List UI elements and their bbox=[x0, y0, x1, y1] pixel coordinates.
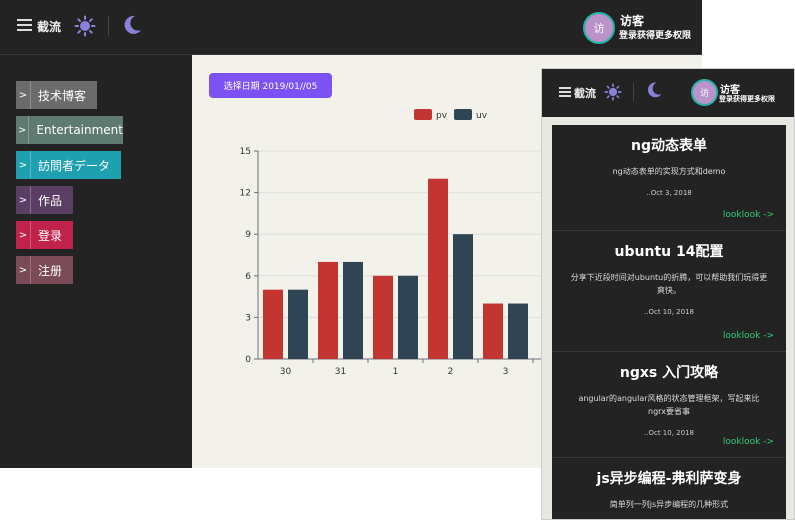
article-card[interactable]: ngxs 入门攻略 angular的angular风格的状态管理框架，写起来比n… bbox=[552, 352, 786, 458]
sidebar-item-register[interactable]: > 注册 bbox=[16, 256, 73, 284]
sidebar-item-label: 技术博客 bbox=[38, 88, 87, 103]
bar-uv bbox=[288, 289, 308, 359]
y-tick-label: 3 bbox=[245, 313, 251, 323]
brand-title: 截流 bbox=[37, 20, 62, 34]
x-tick-label: 31 bbox=[335, 367, 346, 377]
mobile-top-bar: 截流 访 访客 登录获得更多权限 bbox=[542, 69, 794, 117]
sidebar-item-label: 登录 bbox=[38, 228, 63, 243]
article-description: angular的angular风格的状态管理框架，写起来比ngrx要省事 bbox=[578, 394, 760, 416]
x-tick-label: 30 bbox=[280, 367, 292, 377]
chevron-right-icon: > bbox=[16, 221, 31, 249]
bar-uv bbox=[398, 275, 418, 359]
x-tick-label: 2 bbox=[448, 367, 454, 377]
article-description: 分享下近段时间对ubuntu的折腾，可以帮助我们玩得更爽快。 bbox=[570, 273, 768, 295]
chevron-right-icon: > bbox=[16, 256, 31, 284]
article-card[interactable]: ng动态表单 ng动态表单的实现方式和demo ..Oct 3, 2018 lo… bbox=[552, 125, 786, 231]
bar-uv bbox=[343, 261, 363, 359]
sidebar-item-label: 作品 bbox=[38, 193, 63, 208]
sidebar-item-tech-blog[interactable]: > 技术博客 bbox=[16, 81, 97, 109]
sidebar-item-label: Entertainment bbox=[36, 123, 123, 137]
top-bar: 截流 访 访客 登录获得更多权限 bbox=[0, 0, 702, 55]
chevron-right-icon: > bbox=[16, 116, 30, 144]
article-title: ngxs 入门攻略 bbox=[619, 365, 719, 381]
bar-pv bbox=[373, 275, 393, 359]
bar-pv bbox=[318, 261, 338, 359]
article-title: ubuntu 14配置 bbox=[614, 244, 724, 260]
sun-icon[interactable] bbox=[604, 83, 622, 101]
looklook-link[interactable]: looklook -> bbox=[723, 331, 774, 341]
separator bbox=[108, 16, 109, 36]
user-name: 访客 bbox=[620, 14, 645, 28]
article-date: ..Oct 10, 2018 bbox=[644, 308, 694, 316]
brand-title: 截流 bbox=[574, 87, 596, 100]
sidebar-item-label: 訪問者データ bbox=[38, 158, 111, 173]
y-tick-label: 9 bbox=[245, 230, 251, 240]
x-tick-label: 1 bbox=[393, 367, 399, 377]
article-date: ..Oct 3, 2018 bbox=[646, 189, 692, 197]
y-tick-label: 12 bbox=[240, 189, 251, 199]
sidebar-item-entertainment[interactable]: > Entertainment bbox=[16, 116, 123, 144]
sidebar: > 技术博客 > Entertainment > 訪問者データ > 作品 > 登… bbox=[0, 55, 192, 468]
chevron-right-icon: > bbox=[16, 81, 31, 109]
sidebar-item-login[interactable]: > 登录 bbox=[16, 221, 73, 249]
looklook-link[interactable]: looklook -> bbox=[723, 437, 774, 447]
sidebar-item-works[interactable]: > 作品 bbox=[16, 186, 73, 214]
legend-swatch-uv bbox=[454, 109, 472, 120]
legend-swatch-pv bbox=[414, 109, 432, 120]
sidebar-item-label: 注册 bbox=[38, 263, 63, 278]
moon-icon[interactable] bbox=[121, 14, 143, 36]
menu-icon[interactable] bbox=[17, 19, 32, 31]
sun-icon[interactable] bbox=[74, 15, 96, 37]
bar-uv bbox=[508, 303, 528, 359]
bar-pv bbox=[263, 289, 283, 359]
sidebar-item-visitor-data[interactable]: > 訪問者データ bbox=[16, 151, 121, 179]
separator bbox=[633, 83, 634, 101]
mobile-preview: 截流 访 访客 登录获得更多权限 ng动态表单 ng动态表单的实现方式和demo… bbox=[541, 68, 795, 520]
article-card[interactable]: ubuntu 14配置 分享下近段时间对ubuntu的折腾，可以帮助我们玩得更爽… bbox=[552, 231, 786, 352]
bar-uv bbox=[453, 234, 473, 359]
moon-icon[interactable] bbox=[645, 81, 663, 99]
article-card[interactable]: js异步编程-弗利萨变身 简单列一列js异步编程的几种形式 bbox=[552, 458, 786, 519]
article-title: ng动态表单 bbox=[631, 138, 707, 154]
legend-label-pv: pv bbox=[436, 111, 448, 121]
bar-pv bbox=[428, 178, 448, 359]
article-date: ..Oct 10, 2018 bbox=[644, 429, 694, 437]
avatar[interactable]: 访 bbox=[691, 79, 718, 106]
article-title: js异步编程-弗利萨变身 bbox=[596, 471, 742, 487]
user-subtitle[interactable]: 登录获得更多权限 bbox=[719, 94, 775, 104]
avatar[interactable]: 访 bbox=[583, 12, 615, 44]
looklook-link[interactable]: looklook -> bbox=[723, 210, 774, 220]
user-subtitle[interactable]: 登录获得更多权限 bbox=[619, 28, 691, 41]
article-description: ng动态表单的实现方式和demo bbox=[612, 167, 726, 176]
chevron-right-icon: > bbox=[16, 151, 31, 179]
y-tick-label: 0 bbox=[245, 355, 251, 365]
x-tick-label: 3 bbox=[503, 367, 509, 377]
y-tick-label: 6 bbox=[245, 272, 251, 282]
date-picker-button[interactable]: 选择日期 2019/01//05 bbox=[209, 73, 332, 98]
y-tick-label: 15 bbox=[240, 147, 251, 157]
pv-uv-bar-chart: 0369121530 31 1 2 3pv uv bbox=[240, 109, 552, 377]
bar-pv bbox=[483, 303, 503, 359]
chevron-right-icon: > bbox=[16, 186, 31, 214]
legend-label-uv: uv bbox=[476, 111, 488, 121]
article-description: 简单列一列js异步编程的几种形式 bbox=[609, 500, 729, 509]
menu-icon[interactable] bbox=[559, 87, 571, 97]
